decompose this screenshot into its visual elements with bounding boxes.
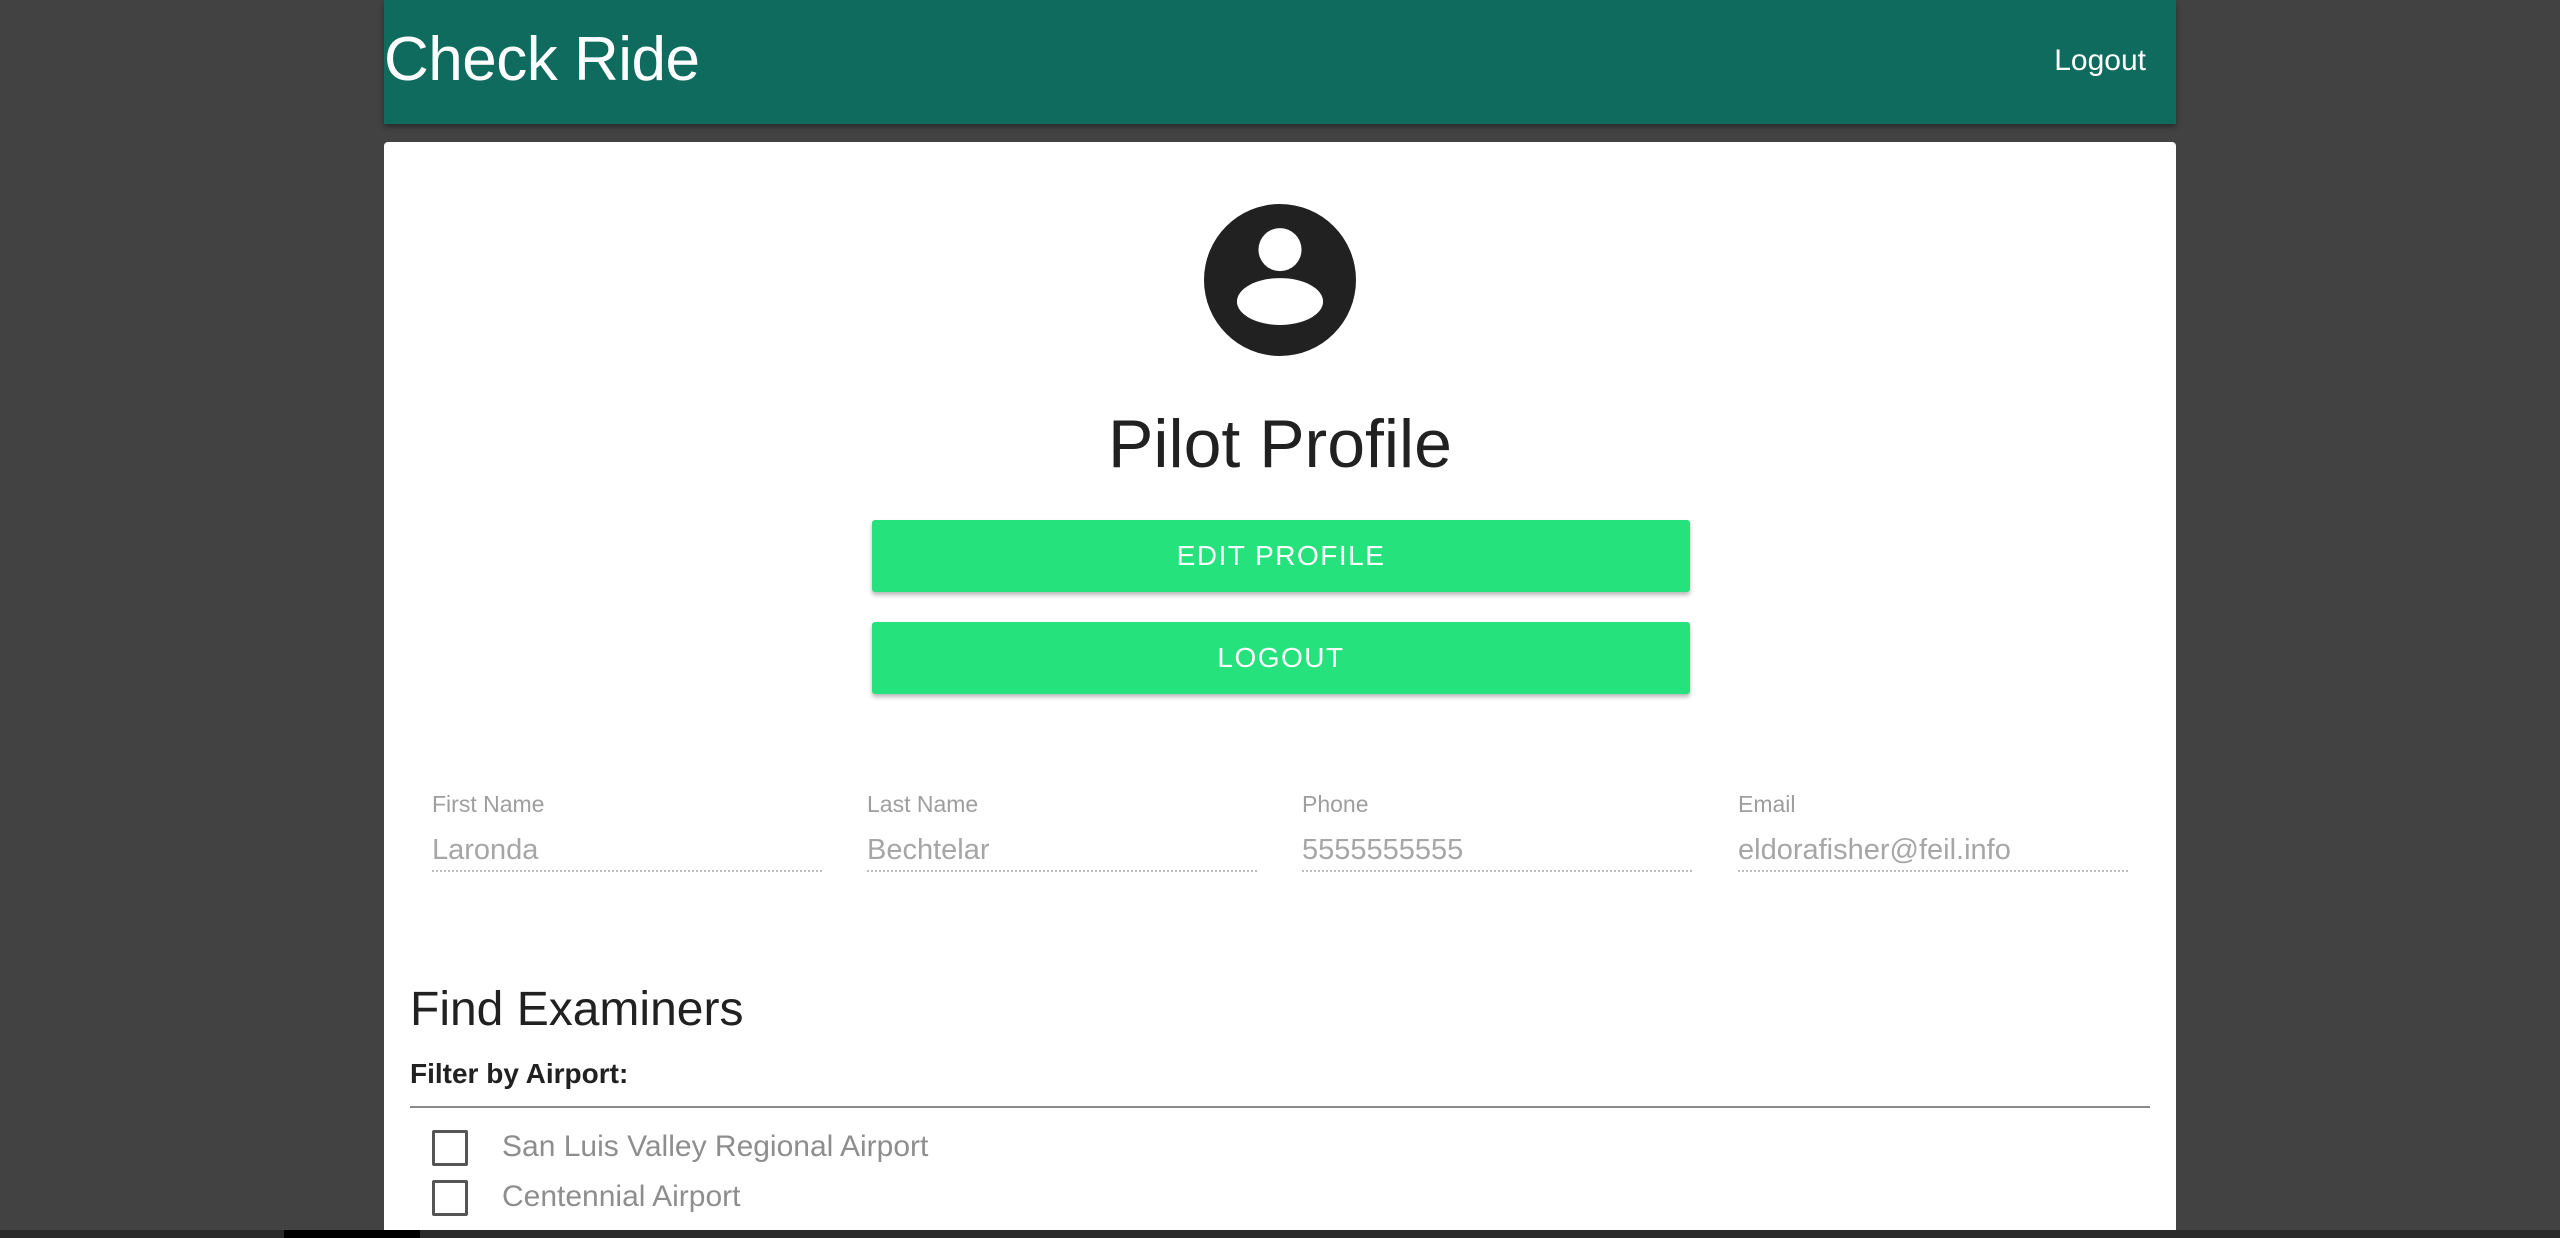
phone-value: 5555555555 [1302,834,1464,866]
checkbox[interactable] [432,1130,468,1166]
account-circle-icon [1204,204,1356,356]
email-label: Email [1738,791,1796,817]
filter-by-airport-label: Filter by Airport: [410,1058,629,1089]
checkbox[interactable] [432,1180,468,1216]
appbar-logout-link[interactable]: Logout [2054,42,2146,80]
app-title: Check Ride [384,25,700,94]
divider [410,1106,2150,1108]
airport-name: San Luis Valley Regional Airport [502,1130,929,1163]
app-container: Check Ride Logout Pilot Profile EDIT PRO… [384,0,2176,1238]
first-name-value: Laronda [432,834,539,866]
email-value: eldorafisher@feil.info [1738,834,2011,866]
phone-field[interactable]: Phone 5555555555 [1302,790,1692,872]
horizontal-scrollbar[interactable] [0,1230,2560,1238]
last-name-value: Bechtelar [867,834,990,866]
first-name-label: First Name [432,791,545,817]
email-field[interactable]: Email eldorafisher@feil.info [1738,790,2128,872]
phone-label: Phone [1302,791,1369,817]
airport-filter-item[interactable]: San Luis Valley Regional Airport [432,1126,1332,1170]
last-name-field[interactable]: Last Name Bechtelar [867,790,1257,872]
app-bar: Check Ride Logout [384,0,2176,124]
last-name-label: Last Name [867,791,979,817]
page-title: Pilot Profile [1108,406,1452,482]
first-name-field[interactable]: First Name Laronda [432,790,822,872]
scrollbar-thumb[interactable] [284,1230,420,1238]
airport-name: Centennial Airport [502,1180,741,1213]
airport-filter-item[interactable]: Centennial Airport [432,1176,1332,1220]
profile-card: Pilot Profile EDIT PROFILE LOGOUT First … [384,142,2176,1238]
find-examiners-title: Find Examiners [410,983,744,1036]
edit-profile-button[interactable]: EDIT PROFILE [872,520,1690,592]
logout-button[interactable]: LOGOUT [872,622,1690,694]
